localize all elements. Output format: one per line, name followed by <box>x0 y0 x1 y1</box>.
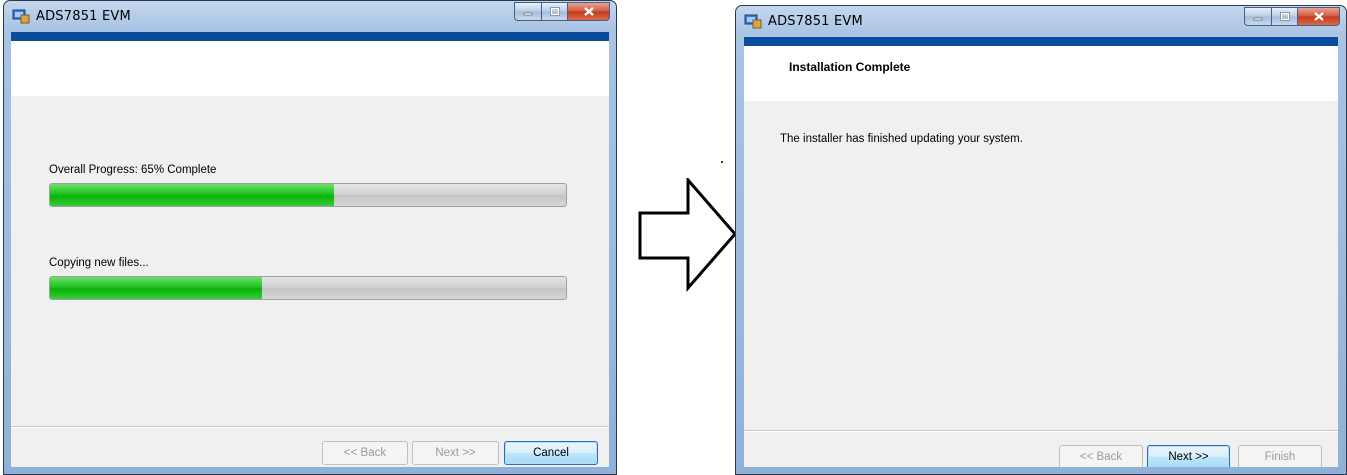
window-title: ADS7851 EVM <box>768 14 863 29</box>
minimize-button[interactable] <box>1244 7 1271 26</box>
installer-window-complete: ADS7851 EVM Installation Complete The in… <box>735 5 1347 475</box>
title-bar[interactable]: ADS7851 EVM <box>4 1 616 32</box>
banner <box>11 41 609 96</box>
app-icon <box>12 9 30 24</box>
banner: Installation Complete <box>744 46 1338 101</box>
minimize-button[interactable] <box>514 2 541 21</box>
maximize-button[interactable] <box>541 2 567 21</box>
maximize-icon <box>1279 12 1290 21</box>
page-title: Installation Complete <box>789 60 911 74</box>
next-button[interactable]: Next >> <box>1147 445 1230 467</box>
close-icon <box>583 7 594 16</box>
maximize-icon <box>549 7 560 16</box>
minimize-icon <box>523 12 533 15</box>
installer-window-progress: ADS7851 EVM Overall Progress: 65% Comple… <box>3 0 617 475</box>
status-progress-bar <box>49 276 567 300</box>
accent-bar <box>744 37 1338 46</box>
close-button[interactable] <box>567 2 610 21</box>
footer-divider <box>744 430 1338 432</box>
title-bar[interactable]: ADS7851 EVM <box>736 6 1346 37</box>
stray-dot <box>721 161 723 163</box>
maximize-button[interactable] <box>1271 7 1297 26</box>
back-button[interactable]: << Back <box>322 441 408 465</box>
status-label: Copying new files... <box>49 257 149 269</box>
overall-progress-bar <box>49 183 567 207</box>
close-button[interactable] <box>1297 7 1340 26</box>
overall-progress-fill <box>50 184 334 206</box>
finish-button[interactable]: Finish <box>1238 445 1322 467</box>
back-button[interactable]: << Back <box>1059 445 1143 467</box>
app-icon <box>744 14 762 29</box>
cancel-button[interactable]: Cancel <box>504 441 598 465</box>
minimize-icon <box>1253 17 1263 20</box>
right-arrow-icon <box>638 178 737 292</box>
status-progress-fill <box>50 277 262 299</box>
window-title: ADS7851 EVM <box>36 9 131 24</box>
overall-progress-label: Overall Progress: 65% Complete <box>49 164 217 176</box>
wizard-body: Overall Progress: 65% Complete Copying n… <box>11 32 609 467</box>
footer-divider <box>11 426 609 428</box>
accent-bar <box>11 32 609 41</box>
wizard-body: Installation Complete The installer has … <box>744 37 1338 467</box>
close-icon <box>1313 12 1324 21</box>
next-button[interactable]: Next >> <box>412 441 499 465</box>
completion-message: The installer has finished updating your… <box>780 133 1023 145</box>
